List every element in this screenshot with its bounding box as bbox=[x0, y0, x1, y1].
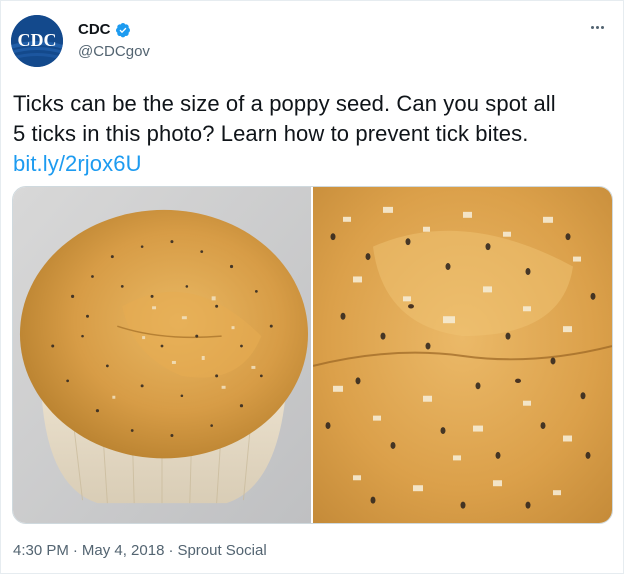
svg-text:CDC: CDC bbox=[18, 30, 57, 50]
tweet-card: CDC CDC @CDCgov Ticks can be the size of… bbox=[0, 0, 624, 574]
tweet-text-line-2: 5 ticks in this photo? Learn how to prev… bbox=[13, 121, 529, 146]
tweet-date[interactable]: May 4, 2018 bbox=[82, 542, 165, 559]
tweet-media bbox=[12, 186, 613, 524]
separator-dot: · bbox=[168, 542, 174, 559]
tweet-text: Ticks can be the size of a poppy seed. C… bbox=[13, 89, 613, 179]
avatar[interactable]: CDC bbox=[11, 15, 63, 67]
muffin-photo-full[interactable] bbox=[13, 187, 313, 523]
muffin-photo-closeup[interactable] bbox=[313, 187, 612, 523]
tweet-time[interactable]: 4:30 PM bbox=[13, 542, 69, 559]
tweet-link[interactable]: bit.ly/2rjox6U bbox=[13, 149, 613, 179]
author-name-row: CDC bbox=[78, 21, 131, 38]
cdc-logo-icon: CDC bbox=[11, 15, 63, 67]
tweet-metadata: 4:30 PM · May 4, 2018 · Sprout Social bbox=[13, 542, 267, 559]
verified-badge-icon bbox=[115, 22, 130, 37]
separator-dot: · bbox=[72, 542, 78, 559]
author-handle[interactable]: @CDCgov bbox=[78, 43, 150, 60]
tweet-text-line-1: Ticks can be the size of a poppy seed. C… bbox=[13, 91, 556, 116]
tweet-source[interactable]: Sprout Social bbox=[177, 542, 266, 559]
more-options-icon[interactable] bbox=[585, 15, 609, 39]
display-name[interactable]: CDC bbox=[78, 21, 111, 38]
